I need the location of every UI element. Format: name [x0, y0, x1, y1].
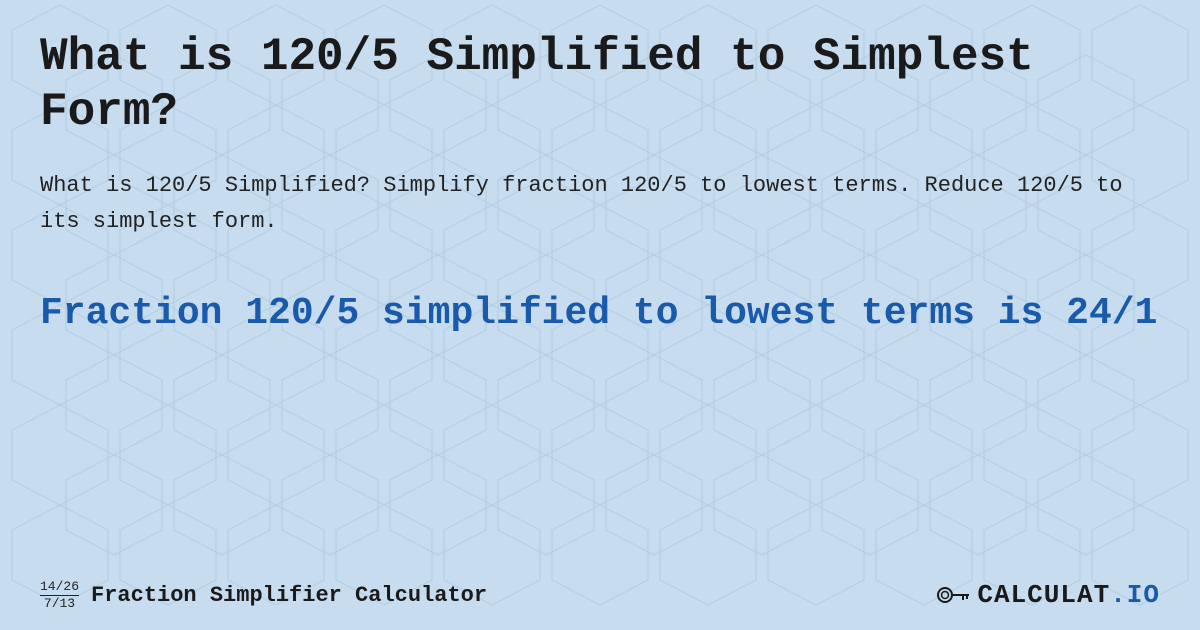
- logo-io: .IO: [1110, 580, 1160, 610]
- page-title: What is 120/5 Simplified to Simplest For…: [40, 30, 1160, 140]
- result-section: Fraction 120/5 simplified to lowest term…: [40, 289, 1160, 338]
- fraction-numerator: 14/26: [40, 579, 79, 597]
- logo-key-icon: [937, 581, 973, 609]
- footer-fraction: 14/26 7/13: [40, 579, 79, 612]
- description-text: What is 120/5 Simplified? Simplify fract…: [40, 168, 1160, 238]
- result-title: Fraction 120/5 simplified to lowest term…: [40, 289, 1160, 338]
- footer-brand-label: Fraction Simplifier Calculator: [91, 583, 487, 608]
- fraction-denominator: 7/13: [44, 596, 75, 612]
- footer-left: 14/26 7/13 Fraction Simplifier Calculato…: [40, 579, 487, 612]
- logo-text: CALCULAT.IO: [977, 580, 1160, 610]
- footer: 14/26 7/13 Fraction Simplifier Calculato…: [40, 579, 1160, 612]
- calculat-logo: CALCULAT.IO: [937, 580, 1160, 610]
- footer-right: CALCULAT.IO: [937, 580, 1160, 610]
